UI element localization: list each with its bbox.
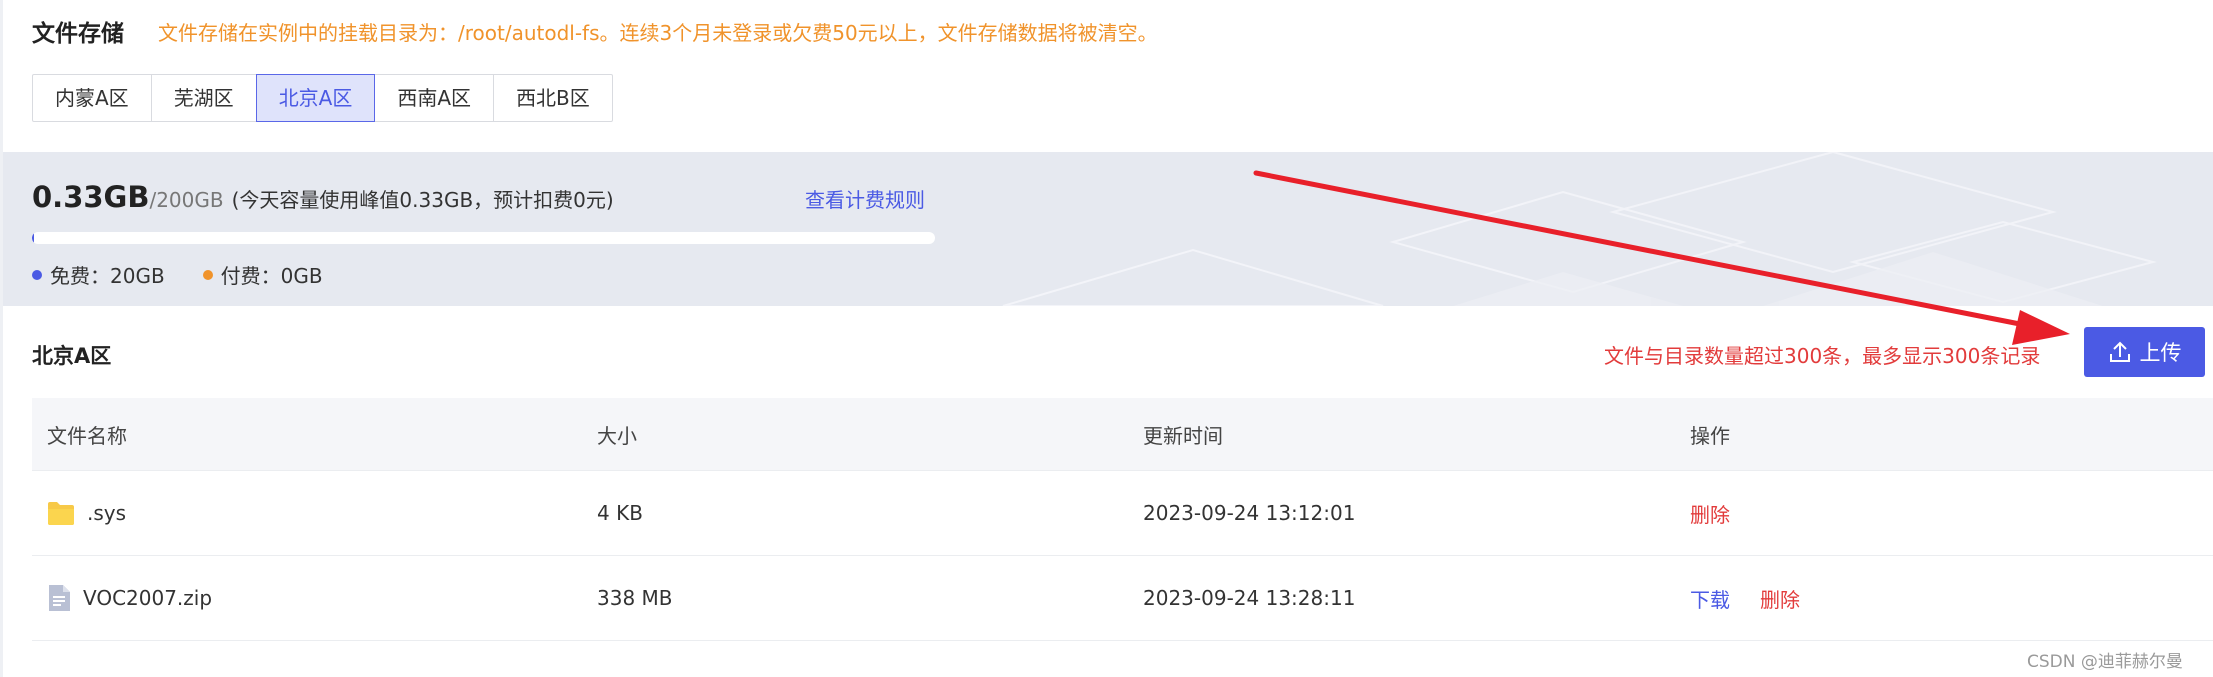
- folder-icon: [47, 500, 75, 526]
- left-border: [0, 0, 3, 677]
- file-name[interactable]: VOC2007.zip: [83, 586, 212, 610]
- upload-button-label: 上传: [2139, 341, 2182, 365]
- free-quota: 免费：20GB: [32, 260, 165, 289]
- record-limit-note: 文件与目录数量超过300条，最多显示300条记录: [1604, 344, 2041, 368]
- billing-rules-link[interactable]: 查看计费规则: [805, 184, 925, 213]
- usage-note: (今天容量使用峰值0.33GB，预计扣费0元): [231, 188, 614, 212]
- usage-legend: 免费：20GB 付费：0GB: [32, 260, 361, 289]
- used-capacity: 0.33GB: [32, 180, 150, 214]
- download-button[interactable]: 下载: [1690, 584, 1730, 613]
- region-tab-xibei-b[interactable]: 西北B区: [493, 74, 613, 122]
- file-name-cell: VOC2007.zip: [32, 584, 582, 612]
- file-actions: 下载 删除: [1675, 584, 2213, 613]
- paid-dot-icon: [202, 269, 213, 280]
- free-dot-icon: [32, 269, 42, 280]
- total-capacity: /200GB: [149, 188, 224, 212]
- file-name-cell: .sys: [32, 500, 582, 526]
- delete-button[interactable]: 删除: [1690, 499, 1730, 528]
- region-tab-xinan-a[interactable]: 西南A区: [374, 74, 495, 122]
- file-table: 文件名称 大小 更新时间 操作 .sys 4 KB 2023-09-24 13:…: [32, 398, 2213, 641]
- paid-quota: 付费：0GB: [202, 260, 323, 289]
- region-tab-wuhu[interactable]: 芜湖区: [150, 74, 257, 122]
- region-tabs: 内蒙A区 芜湖区 北京A区 西南A区 西北B区: [32, 74, 613, 122]
- file-name[interactable]: .sys: [87, 501, 126, 525]
- storage-usage-banner: 0.33GB/200GB (今天容量使用峰值0.33GB，预计扣费0元) 查看计费…: [3, 152, 2213, 306]
- storage-notice: 文件存储在实例中的挂载目录为：/root/autodl-fs。连续3个月未登录或…: [158, 21, 1158, 45]
- table-row: .sys 4 KB 2023-09-24 13:12:01 删除: [32, 471, 2213, 556]
- region-tab-beijing-a[interactable]: 北京A区: [255, 74, 376, 122]
- region-tab-neimeng-a[interactable]: 内蒙A区: [32, 74, 152, 122]
- table-row: VOC2007.zip 338 MB 2023-09-24 13:28:11 下…: [32, 556, 2213, 641]
- free-quota-label: 免费：20GB: [50, 264, 165, 288]
- file-actions: 删除: [1675, 499, 2213, 528]
- paid-quota-label: 付费：0GB: [220, 264, 323, 288]
- table-header: 文件名称 大小 更新时间 操作: [32, 398, 2213, 471]
- upload-button[interactable]: 上传: [2084, 327, 2205, 377]
- column-header-name: 文件名称: [47, 423, 127, 448]
- file-updated-time: 2023-09-24 13:28:11: [1143, 586, 1356, 610]
- column-header-updated: 更新时间: [1143, 423, 1223, 448]
- column-header-size: 大小: [597, 423, 637, 448]
- file-updated-time: 2023-09-24 13:12:01: [1143, 501, 1356, 525]
- page-title: 文件存储: [32, 21, 124, 47]
- section-title: 北京A区: [32, 344, 112, 368]
- storage-usage: 0.33GB/200GB (今天容量使用峰值0.33GB，预计扣费0元): [32, 180, 614, 214]
- watermark: CSDN @迪菲赫尔曼: [2027, 652, 2183, 672]
- file-size: 4 KB: [597, 501, 643, 525]
- usage-progress-bar: [32, 232, 935, 244]
- upload-icon: [2109, 341, 2130, 362]
- file-icon: [47, 584, 71, 612]
- delete-button[interactable]: 删除: [1760, 584, 1800, 613]
- column-header-actions: 操作: [1690, 423, 1730, 448]
- file-size: 338 MB: [597, 586, 673, 610]
